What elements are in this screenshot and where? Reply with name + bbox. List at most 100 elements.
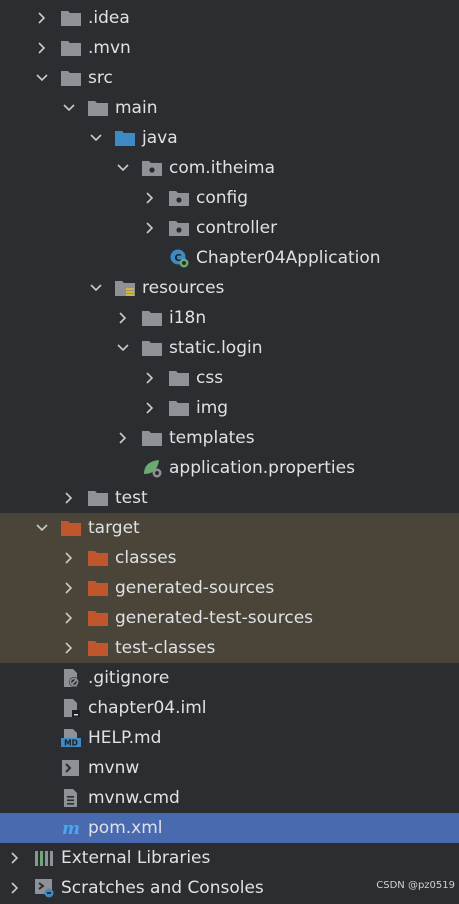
tree-item-generated-test-sources[interactable]: generated-test-sources xyxy=(0,603,459,633)
tree-item-label: .mvn xyxy=(88,38,131,58)
chevron-right-icon[interactable] xyxy=(35,11,49,25)
chevron-right-icon[interactable] xyxy=(62,641,76,655)
package-icon xyxy=(168,188,190,208)
svg-text:MD: MD xyxy=(64,739,78,748)
gitignore-file-icon xyxy=(60,668,82,688)
tree-item-label: com.itheima xyxy=(169,158,276,178)
tree-item-java[interactable]: java xyxy=(0,123,459,153)
tree-item-label: .gitignore xyxy=(88,668,170,688)
scratches-icon xyxy=(33,878,55,898)
text-file-icon xyxy=(60,788,82,808)
chevron-down-icon[interactable] xyxy=(89,131,103,145)
tree-item-idea[interactable]: .idea xyxy=(0,3,459,33)
chevron-right-icon[interactable] xyxy=(62,491,76,505)
tree-item-controller[interactable]: controller xyxy=(0,213,459,243)
tree-item-label: chapter04.iml xyxy=(88,698,207,718)
tree-item-css[interactable]: css xyxy=(0,363,459,393)
tree-item-help-md[interactable]: MD HELP.md xyxy=(0,723,459,753)
tree-item-label: static.login xyxy=(169,338,263,358)
tree-item-src[interactable]: src xyxy=(0,63,459,93)
package-icon xyxy=(141,158,163,178)
folder-icon xyxy=(60,8,82,28)
tree-item-label: application.properties xyxy=(169,458,355,478)
tree-item-target[interactable]: target xyxy=(0,513,459,543)
tree-item-resources[interactable]: resources xyxy=(0,273,459,303)
chevron-right-icon[interactable] xyxy=(143,221,157,235)
chevron-right-icon[interactable] xyxy=(116,431,130,445)
tree-item-com-itheima[interactable]: com.itheima xyxy=(0,153,459,183)
folder-icon xyxy=(87,98,109,118)
source-folder-icon xyxy=(114,128,136,148)
chevron-right-icon[interactable] xyxy=(143,401,157,415)
excluded-folder-icon xyxy=(60,518,82,538)
tree-item-test[interactable]: test xyxy=(0,483,459,513)
tree-item-test-classes[interactable]: test-classes xyxy=(0,633,459,663)
chevron-down-icon[interactable] xyxy=(116,341,130,355)
tree-item-label: main xyxy=(115,98,158,118)
tree-item-label: HELP.md xyxy=(88,728,162,748)
tree-item-mvn[interactable]: .mvn xyxy=(0,33,459,63)
tree-item-pom-xml[interactable]: m pom.xml xyxy=(0,813,459,843)
folder-icon xyxy=(141,428,163,448)
tree-item-generated-sources[interactable]: generated-sources xyxy=(0,573,459,603)
chevron-right-icon[interactable] xyxy=(62,551,76,565)
tree-item-chapter04application[interactable]: C Chapter04Application xyxy=(0,243,459,273)
tree-item-static-login[interactable]: static.login xyxy=(0,333,459,363)
tree-item-chapter04-iml[interactable]: chapter04.iml xyxy=(0,693,459,723)
tree-item-mvnw[interactable]: mvnw xyxy=(0,753,459,783)
resources-folder-icon xyxy=(114,278,136,298)
tree-item-config[interactable]: config xyxy=(0,183,459,213)
tree-item-templates[interactable]: templates xyxy=(0,423,459,453)
excluded-folder-icon xyxy=(87,638,109,658)
chevron-right-icon[interactable] xyxy=(8,881,22,895)
tree-item-external-libraries[interactable]: External Libraries xyxy=(0,843,459,873)
chevron-right-icon[interactable] xyxy=(35,41,49,55)
chevron-right-icon[interactable] xyxy=(62,611,76,625)
chevron-right-icon[interactable] xyxy=(116,311,130,325)
chevron-right-icon[interactable] xyxy=(8,851,22,865)
tree-item-label: pom.xml xyxy=(88,818,163,838)
spring-properties-icon xyxy=(141,458,163,478)
chevron-down-icon[interactable] xyxy=(89,281,103,295)
tree-item-label: config xyxy=(196,188,249,208)
tree-item-i18n[interactable]: i18n xyxy=(0,303,459,333)
folder-icon xyxy=(141,338,163,358)
chevron-right-icon[interactable] xyxy=(62,581,76,595)
chevron-right-icon[interactable] xyxy=(143,371,157,385)
shell-script-icon xyxy=(60,758,82,778)
excluded-folder-icon xyxy=(87,608,109,628)
tree-item-mvnw-cmd[interactable]: mvnw.cmd xyxy=(0,783,459,813)
chevron-down-icon[interactable] xyxy=(116,161,130,175)
tree-item-classes[interactable]: classes xyxy=(0,543,459,573)
excluded-folder-icon xyxy=(87,578,109,598)
folder-icon xyxy=(60,38,82,58)
tree-item-gitignore[interactable]: .gitignore xyxy=(0,663,459,693)
tree-item-label: java xyxy=(142,128,178,148)
watermark: CSDN @pz0519 xyxy=(376,880,455,891)
tree-item-label: generated-test-sources xyxy=(115,608,314,628)
tree-item-label: .idea xyxy=(88,8,130,28)
tree-item-application-properties[interactable]: application.properties xyxy=(0,453,459,483)
tree-item-label: i18n xyxy=(169,308,207,328)
chevron-right-icon[interactable] xyxy=(143,191,157,205)
tree-item-label: src xyxy=(88,68,113,88)
tree-item-label: test-classes xyxy=(115,638,216,658)
chevron-down-icon[interactable] xyxy=(62,101,76,115)
tree-item-label: img xyxy=(196,398,229,418)
project-tree: .idea .mvn src main java com.itheima config con… xyxy=(0,0,459,904)
folder-icon xyxy=(168,398,190,418)
chevron-down-icon[interactable] xyxy=(35,521,49,535)
tree-item-main[interactable]: main xyxy=(0,93,459,123)
folder-icon xyxy=(141,308,163,328)
tree-item-label: test xyxy=(115,488,148,508)
tree-item-img[interactable]: img xyxy=(0,393,459,423)
chevron-down-icon[interactable] xyxy=(35,71,49,85)
tree-item-label: templates xyxy=(169,428,255,448)
